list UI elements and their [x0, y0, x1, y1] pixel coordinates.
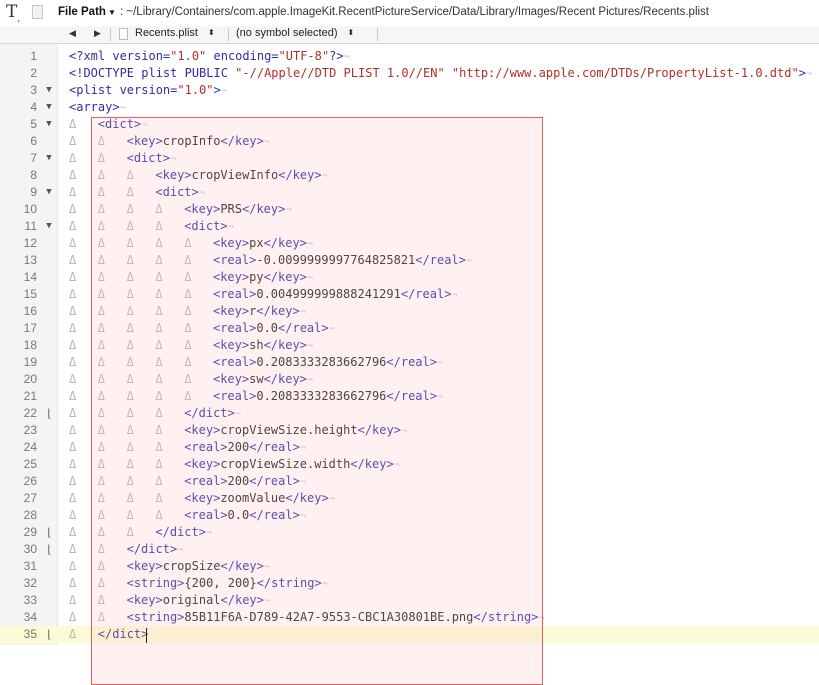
- divider: [377, 28, 378, 41]
- line-number: 16: [23, 304, 37, 318]
- code-line[interactable]: 2 <!DOCTYPE plist PUBLIC "-//Apple//DTD P…: [0, 65, 819, 82]
- line-number: 33: [23, 593, 37, 607]
- fold-triangle-icon[interactable]: ▼: [44, 218, 54, 235]
- fold-triangle-icon[interactable]: ▼: [44, 99, 54, 116]
- document-icon: [32, 5, 43, 19]
- line-number: 13: [23, 253, 37, 267]
- line-number: 34: [23, 610, 37, 624]
- line-number: 1: [30, 49, 37, 63]
- nav-forward-icon[interactable]: ▶: [94, 28, 101, 39]
- line-number: 23: [23, 423, 37, 437]
- line-number: 20: [23, 372, 37, 386]
- text-cursor: [146, 628, 147, 643]
- chevron-down-icon: ▼: [107, 8, 116, 17]
- code-text: <array>¬: [69, 100, 126, 114]
- fold-triangle-icon[interactable]: ▼: [44, 150, 54, 167]
- line-number: 14: [23, 270, 37, 284]
- line-number: 4: [30, 100, 37, 114]
- fold-end-icon: ⌊: [45, 407, 53, 420]
- line-number: 7: [30, 151, 37, 165]
- fold-triangle-icon[interactable]: ▼: [44, 82, 54, 99]
- line-number: 3: [30, 83, 37, 97]
- line-number: 27: [23, 491, 37, 505]
- code-text: <!DOCTYPE plist PUBLIC "-//Apple//DTD PL…: [69, 66, 812, 80]
- file-path-menu[interactable]: File Path ▼: [58, 6, 116, 18]
- line-number: 35: [23, 627, 37, 641]
- fold-end-icon: ⌊: [45, 543, 53, 556]
- line-number: 21: [23, 389, 37, 403]
- code-line[interactable]: 1 <?xml version="1.0" encoding="UTF-8"?>¬: [0, 48, 819, 65]
- file-selector[interactable]: Recents.plist ⬍: [135, 27, 215, 39]
- file-path-bar: T, File Path ▼ : ~/Library/Containers/com…: [0, 0, 819, 27]
- line-number: 28: [23, 508, 37, 522]
- fold-end-icon: ⌊: [45, 526, 53, 539]
- line-number: 32: [23, 576, 37, 590]
- fold-triangle-icon[interactable]: ▼: [44, 116, 54, 133]
- line-number: 19: [23, 355, 37, 369]
- text-tool-glyph: T: [6, 2, 18, 22]
- file-path-label: File Path: [58, 6, 106, 18]
- line-number: 30: [23, 542, 37, 556]
- divider: [110, 28, 111, 41]
- line-number: 26: [23, 474, 37, 488]
- line-number: 22: [23, 406, 37, 420]
- file-selector-label: Recents.plist: [135, 27, 198, 39]
- nav-back-icon[interactable]: ◀: [69, 28, 76, 39]
- symbol-selector[interactable]: (no symbol selected) ⬍: [236, 27, 354, 39]
- fold-end-icon: ⌊: [45, 628, 53, 641]
- selection-highlight-box: [91, 117, 543, 685]
- line-number: 31: [23, 559, 37, 573]
- file-path-value: : ~/Library/Containers/com.apple.ImageKi…: [120, 6, 709, 18]
- code-editor[interactable]: 1 <?xml version="1.0" encoding="UTF-8"?>¬…: [0, 44, 819, 685]
- line-number: 8: [30, 168, 37, 182]
- line-number: 12: [23, 236, 37, 250]
- line-number: 15: [23, 287, 37, 301]
- line-number: 24: [23, 440, 37, 454]
- text-tool-icon[interactable]: T,: [6, 2, 20, 24]
- updown-arrows-icon: ⬍: [207, 28, 215, 37]
- symbol-selector-label: (no symbol selected): [236, 27, 338, 39]
- plist-file-icon: [119, 28, 128, 40]
- line-number: 18: [23, 338, 37, 352]
- divider: [228, 28, 229, 41]
- line-number: 5: [30, 117, 37, 131]
- fold-triangle-icon[interactable]: ▼: [44, 184, 54, 201]
- line-number: 25: [23, 457, 37, 471]
- line-number: 2: [30, 66, 37, 80]
- line-number: 9: [30, 185, 37, 199]
- code-line[interactable]: 3 ▼ <plist version="1.0">¬: [0, 82, 819, 99]
- code-line[interactable]: 4 ▼ <array>¬: [0, 99, 819, 116]
- updown-arrows-icon: ⬍: [347, 28, 355, 37]
- line-number: 10: [23, 202, 37, 216]
- line-number: 11: [24, 219, 37, 233]
- line-number: 17: [23, 321, 37, 335]
- jump-bar: ◀ ▶ Recents.plist ⬍ (no symbol selected) ⬍: [0, 26, 819, 44]
- code-text: <?xml version="1.0" encoding="UTF-8"?>¬: [69, 49, 350, 63]
- code-text: <plist version="1.0">¬: [69, 83, 227, 97]
- line-number: 29: [23, 525, 37, 539]
- line-number: 6: [30, 134, 37, 148]
